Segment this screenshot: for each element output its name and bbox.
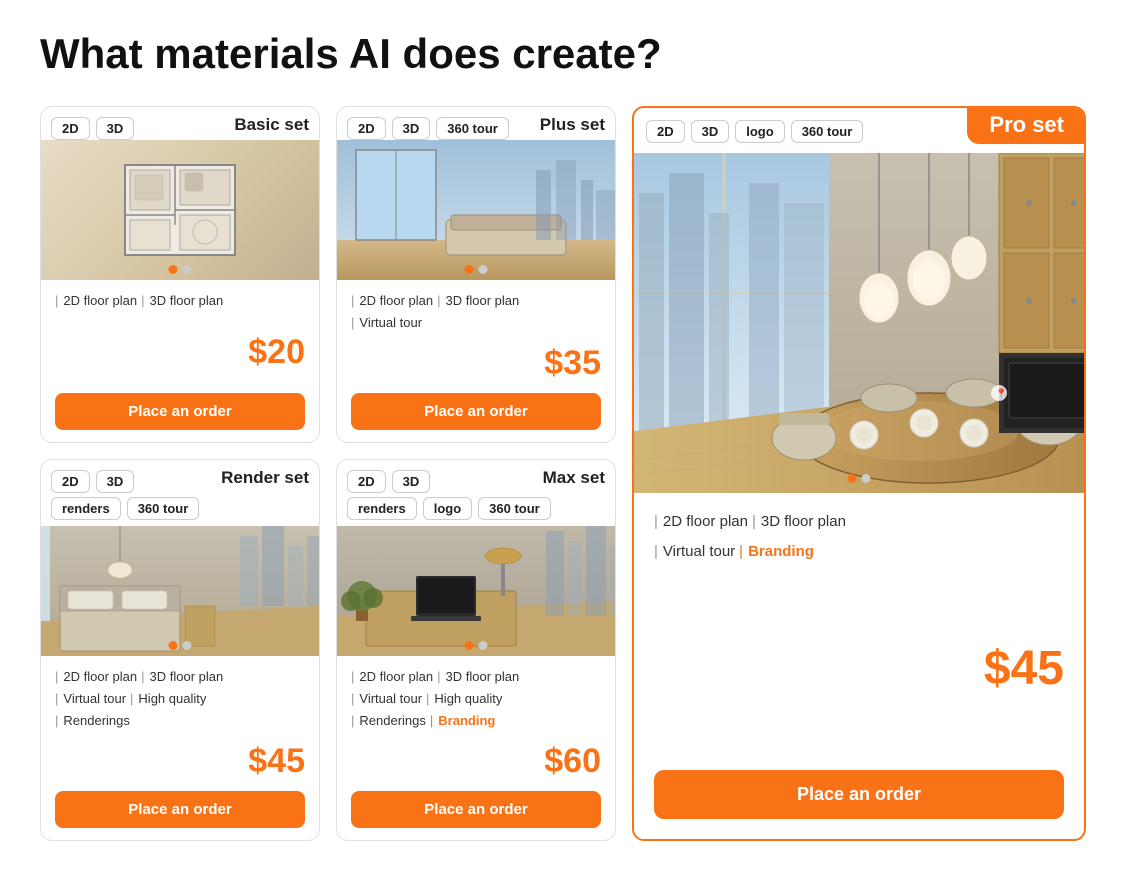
pro-set-label: Pro set <box>967 106 1086 144</box>
render-price-row: $45 <box>55 742 305 781</box>
basic-price-row: $20 <box>55 333 305 372</box>
basic-set-card: 2D 3D Basic set <box>40 106 320 443</box>
tag-2d: 2D <box>347 117 386 140</box>
pro-features: |2D floor plan |3D floor plan |Virtual t… <box>654 509 1064 564</box>
tag-360: 360 tour <box>127 497 200 520</box>
tag-renders: renders <box>51 497 121 520</box>
pro-card-body: |2D floor plan |3D floor plan |Virtual t… <box>634 493 1084 839</box>
dot-inactive <box>183 265 192 274</box>
plus-set-card: 2D 3D 360 tour Plus set <box>336 106 616 443</box>
max-set-label: Max set <box>543 468 605 488</box>
render-card-body: |2D floor plan |3D floor plan |Virtual t… <box>41 656 319 840</box>
render-price: $45 <box>248 742 305 781</box>
pro-order-button[interactable]: Place an order <box>654 770 1064 819</box>
tag-360: 360 tour <box>478 497 551 520</box>
plus-card-header: 2D 3D 360 tour Plus set <box>337 107 615 140</box>
dot-active <box>465 641 474 650</box>
basic-dots <box>169 265 192 274</box>
basic-card-header: 2D 3D Basic set <box>41 107 319 140</box>
max-card-header: 2D 3D Max set <box>337 460 615 493</box>
svg-text:📍: 📍 <box>995 387 1007 400</box>
tag-3d: 3D <box>96 470 135 493</box>
render-card-subtags: renders 360 tour <box>41 493 319 526</box>
dot-inactive <box>183 641 192 650</box>
dot-active <box>848 474 857 483</box>
tag-360: 360 tour <box>436 117 509 140</box>
basic-set-label: Basic set <box>234 115 309 135</box>
plus-set-label: Plus set <box>540 115 605 135</box>
basic-price: $20 <box>248 333 305 372</box>
page-title: What materials AI does create? <box>40 30 1086 78</box>
max-card-image <box>337 526 615 656</box>
max-price-row: $60 <box>351 742 601 781</box>
tag-3d: 3D <box>691 120 730 143</box>
dot-active <box>465 265 474 274</box>
plus-features: |2D floor plan |3D floor plan |Virtual t… <box>351 290 601 334</box>
render-card-header: 2D 3D Render set <box>41 460 319 493</box>
plus-order-button[interactable]: Place an order <box>351 393 601 430</box>
render-set-label: Render set <box>221 468 309 488</box>
basic-order-button[interactable]: Place an order <box>55 393 305 430</box>
max-office-svg <box>337 526 615 656</box>
basic-card-body: |2D floor plan |3D floor plan $20 Place … <box>41 280 319 442</box>
plus-price: $35 <box>544 344 601 383</box>
pro-dots <box>848 474 871 483</box>
max-price: $60 <box>544 742 601 781</box>
pro-card-image: 📍 <box>634 153 1084 493</box>
dot-inactive <box>479 265 488 274</box>
plus-card-image <box>337 140 615 280</box>
tag-2d: 2D <box>646 120 685 143</box>
dot-inactive <box>479 641 488 650</box>
tag-360: 360 tour <box>791 120 864 143</box>
render-bedroom-svg <box>41 526 319 656</box>
render-features: |2D floor plan |3D floor plan |Virtual t… <box>55 666 305 732</box>
max-features: |2D floor plan |3D floor plan |Virtual t… <box>351 666 601 732</box>
tag-3d: 3D <box>392 117 431 140</box>
plus-price-row: $35 <box>351 344 601 383</box>
dot-active <box>169 641 178 650</box>
max-card-body: |2D floor plan |3D floor plan |Virtual t… <box>337 656 615 840</box>
dot-active <box>169 265 178 274</box>
pro-price-row: $45 <box>654 641 1064 696</box>
pro-price: $45 <box>984 641 1064 696</box>
tag-3d: 3D <box>96 117 135 140</box>
tag-2d: 2D <box>347 470 386 493</box>
plus-scene-svg <box>337 140 615 280</box>
tag-3d: 3D <box>392 470 431 493</box>
basic-card-image <box>41 140 319 280</box>
max-order-button[interactable]: Place an order <box>351 791 601 828</box>
render-order-button[interactable]: Place an order <box>55 791 305 828</box>
pro-card-header: 2D 3D logo 360 tour Pro set <box>634 108 1084 153</box>
max-card-subtags: renders logo 360 tour <box>337 493 615 526</box>
tag-logo: logo <box>423 497 472 520</box>
cards-grid: 2D 3D Basic set <box>40 106 1086 841</box>
max-set-card: 2D 3D Max set renders logo 360 tour <box>336 459 616 841</box>
render-card-image <box>41 526 319 656</box>
pro-dining-svg: 📍 <box>634 153 1084 493</box>
render-set-card: 2D 3D Render set renders 360 tour <box>40 459 320 841</box>
plus-dots <box>465 265 488 274</box>
tag-2d: 2D <box>51 117 90 140</box>
dot-inactive <box>862 474 871 483</box>
tag-logo: logo <box>735 120 784 143</box>
render-dots <box>169 641 192 650</box>
pro-set-card: 2D 3D logo 360 tour Pro set <box>632 106 1086 841</box>
plus-card-body: |2D floor plan |3D floor plan |Virtual t… <box>337 280 615 442</box>
tag-renders: renders <box>347 497 417 520</box>
floorplan-svg <box>115 155 245 265</box>
tag-2d: 2D <box>51 470 90 493</box>
max-dots <box>465 641 488 650</box>
basic-features: |2D floor plan |3D floor plan <box>55 290 305 312</box>
